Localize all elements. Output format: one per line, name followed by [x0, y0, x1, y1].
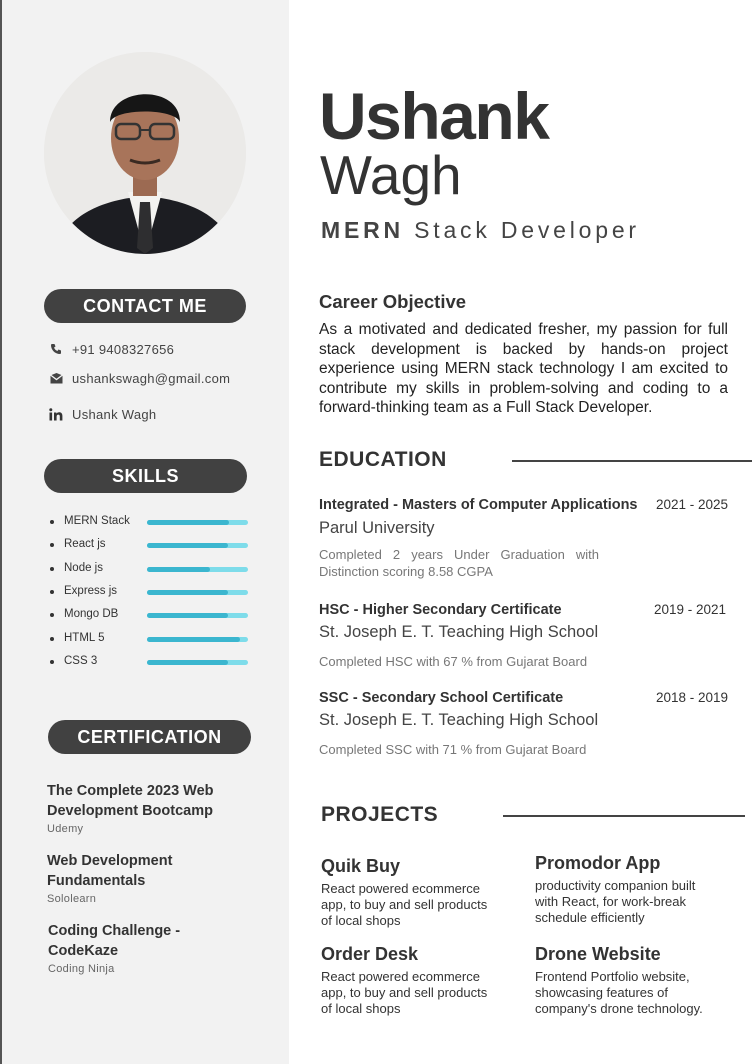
- skill-level-bar: [147, 613, 248, 619]
- project-description: React powered ecommerce app, to buy and …: [321, 881, 488, 928]
- skill-level-bar: [147, 659, 248, 665]
- skill-bullet: [50, 659, 54, 664]
- education-note: Completed SSC with 71 % from Gujarat Boa…: [319, 742, 587, 757]
- project-title: Quik Buy: [321, 856, 401, 876]
- project-title: Promodor App: [535, 853, 661, 873]
- project-item: Order Desk React powered ecommerce app, …: [321, 944, 499, 1017]
- skill-bullet: [50, 636, 54, 641]
- skill-level-fill: [147, 659, 228, 665]
- objective-heading: Career Objective: [319, 291, 467, 312]
- project-item: Promodor App productivity companion buil…: [535, 853, 715, 926]
- linkedin-name[interactable]: Ushank Wagh: [72, 407, 156, 422]
- certification-title: Web Development Fundamentals: [47, 853, 173, 889]
- certification-title: Coding Challenge - CodeKaze: [48, 923, 181, 959]
- education-divider: [512, 460, 752, 462]
- skill-bullet: [50, 543, 54, 548]
- skill-level-fill: [147, 589, 228, 595]
- last-name: Wagh: [320, 144, 462, 206]
- education-years: 2021 - 2025: [655, 497, 728, 512]
- skill-level-fill: [147, 520, 229, 525]
- certification-item: Web Development Fundamentals Sololearn: [47, 851, 247, 905]
- skill-name: Mongo DB: [64, 608, 119, 621]
- certification-item: The Complete 2023 Web Development Bootca…: [47, 781, 247, 835]
- profile-photo: [44, 52, 246, 254]
- project-item: Drone Website Frontend Portfolio website…: [535, 944, 715, 1017]
- skill-bullet: [50, 589, 54, 594]
- education-years: 2019 - 2021: [653, 602, 726, 617]
- skill-level-fill: [147, 613, 228, 619]
- skill-item: Mongo DB: [50, 607, 250, 623]
- skill-name: HTML 5: [64, 631, 105, 644]
- skill-level-fill: [147, 543, 228, 549]
- project-description: productivity companion built with React,…: [535, 878, 696, 925]
- skill-level-bar: [147, 543, 248, 549]
- skill-name: Node js: [64, 561, 103, 574]
- education-school: St. Joseph E. T. Teaching High School: [319, 711, 599, 729]
- contact-linkedin-row: Ushank Wagh: [48, 406, 156, 422]
- email-address[interactable]: ushankswagh@gmail.com: [72, 371, 230, 386]
- certification-heading: CERTIFICATION: [48, 720, 251, 754]
- certification-item: Coding Challenge - CodeKaze Coding Ninja: [48, 921, 248, 975]
- education-item: SSC - Secondary School Certificate 2018 …: [319, 690, 728, 758]
- project-title: Order Desk: [321, 944, 419, 964]
- contact-heading: CONTACT ME: [44, 289, 246, 323]
- phone-icon: [48, 341, 64, 357]
- project-description: React powered ecommerce app, to buy and …: [321, 969, 488, 1016]
- contact-email-row: ushankswagh@gmail.com: [48, 370, 230, 386]
- skill-item: Express js: [50, 584, 250, 600]
- email-icon: [48, 370, 64, 386]
- education-item: HSC - Higher Secondary Certificate 2019 …: [319, 602, 726, 670]
- project-description: Frontend Portfolio website, showcasing f…: [535, 969, 703, 1016]
- skill-name: React js: [64, 538, 106, 551]
- skill-level-bar: [147, 636, 248, 642]
- objective-text: As a motivated and dedicated fresher, my…: [319, 321, 728, 417]
- skill-item: React js: [50, 537, 250, 553]
- skill-item: Node js: [50, 561, 250, 577]
- skill-name: CSS 3: [64, 654, 98, 667]
- education-heading: EDUCATION: [319, 448, 447, 471]
- certification-issuer: Udemy: [47, 823, 84, 835]
- education-item: Integrated - Masters of Computer Applica…: [319, 497, 728, 580]
- skill-item: MERN Stack: [50, 514, 250, 530]
- job-title-rest: Stack Developer: [414, 217, 640, 243]
- education-school: St. Joseph E. T. Teaching High School: [319, 623, 599, 641]
- skill-name: Express js: [64, 584, 118, 597]
- skill-level-bar: [147, 566, 248, 572]
- linkedin-icon: [48, 406, 64, 422]
- skill-bullet: [50, 613, 54, 618]
- projects-heading: PROJECTS: [321, 803, 439, 826]
- education-school: Parul University: [319, 519, 435, 537]
- skill-bullet: [50, 566, 54, 571]
- certification-issuer: Coding Ninja: [48, 963, 115, 975]
- skill-level-bar: [147, 520, 248, 525]
- job-title: MERN Stack Developer: [321, 217, 640, 244]
- project-title: Drone Website: [535, 944, 661, 964]
- skill-item: HTML 5: [50, 631, 250, 647]
- skills-heading: SKILLS: [44, 459, 247, 493]
- education-note: Completed HSC with 67 % from Gujarat Boa…: [319, 654, 588, 669]
- education-years: 2018 - 2019: [655, 690, 728, 705]
- education-note: Completed 2 years Under Graduation with …: [319, 547, 599, 579]
- project-item: Quik Buy React powered ecommerce app, to…: [321, 856, 499, 929]
- skill-item: CSS 3: [50, 654, 250, 670]
- certification-title: The Complete 2023 Web Development Bootca…: [47, 783, 214, 819]
- certification-issuer: Sololearn: [47, 893, 97, 905]
- skill-level-fill: [147, 566, 210, 572]
- phone-number[interactable]: +91 9408327656: [72, 342, 174, 357]
- job-title-bold: MERN: [321, 217, 404, 243]
- skill-level-bar: [147, 589, 248, 595]
- skill-level-fill: [147, 636, 240, 642]
- contact-phone-row: +91 9408327656: [48, 341, 174, 357]
- skill-bullet: [50, 520, 54, 524]
- skill-name: MERN Stack: [64, 515, 130, 527]
- projects-divider: [503, 815, 745, 817]
